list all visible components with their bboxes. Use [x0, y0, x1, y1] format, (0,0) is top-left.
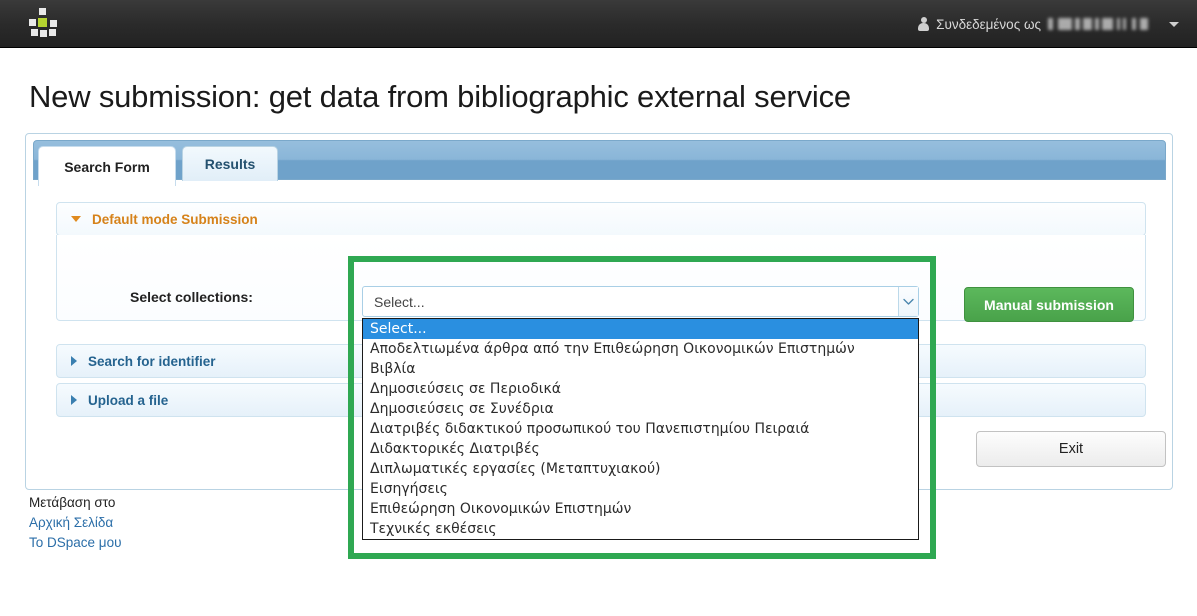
collections-select-value: Select... — [374, 293, 425, 310]
collections-dropdown[interactable]: Select... Select... Αποδελτιωμένα άρθρα α… — [362, 286, 919, 540]
logo-square-bottom-left — [31, 29, 38, 36]
logo-square-bottom — [40, 30, 47, 37]
triangle-right-icon — [71, 395, 77, 405]
dspace-logo-icon[interactable] — [27, 8, 59, 40]
dropdown-option[interactable]: Δημοσιεύσεις σε Συνέδρια — [363, 399, 918, 419]
dropdown-option[interactable]: Select... — [363, 319, 918, 339]
logged-in-label: Συνδεδεμένος ως — [936, 16, 1041, 32]
chevron-down-icon[interactable] — [898, 287, 918, 316]
triangle-down-icon — [71, 216, 81, 222]
user-menu[interactable]: Συνδεδεμένος ως — [918, 0, 1179, 48]
accordion-label-upload-a-file: Upload a file — [88, 392, 169, 408]
collections-select-box[interactable]: Select... — [362, 286, 919, 317]
page-title: New submission: get data from bibliograp… — [29, 79, 851, 114]
logo-square-left — [29, 19, 36, 26]
dropdown-option[interactable]: Επιθεώρηση Οικονομικών Επιστημών — [363, 499, 918, 519]
select-collections-label: Select collections: — [130, 289, 253, 305]
dropdown-option[interactable]: Τεχνικές εκθέσεις — [363, 519, 918, 539]
accordion-label-search-for-identifier: Search for identifier — [88, 353, 216, 369]
footer: Μετάβαση στο Αρχική Σελίδα Το DSpace μου — [29, 493, 121, 553]
dropdown-option[interactable]: Βιβλία — [363, 359, 918, 379]
tab-strip: Search Form Results — [33, 140, 1166, 186]
dropdown-option[interactable]: Διατριβές διδακτικού προσωπικού του Πανε… — [363, 419, 918, 439]
exit-button[interactable]: Exit — [976, 431, 1166, 467]
logo-square-right — [50, 20, 57, 27]
footer-link-my-dspace[interactable]: Το DSpace μου — [29, 533, 121, 553]
collections-dropdown-list[interactable]: Select... Αποδελτιωμένα άρθρα από την Επι… — [362, 318, 919, 540]
logo-square-center — [38, 18, 47, 27]
dropdown-option[interactable]: Διπλωματικές εργασίες (Μεταπτυχιακού) — [363, 459, 918, 479]
logo-square-top — [39, 8, 46, 15]
top-navbar: Συνδεδεμένος ως — [0, 0, 1197, 48]
logo-square-bottom-right — [49, 29, 56, 36]
dropdown-option[interactable]: Εισηγήσεις — [363, 479, 918, 499]
manual-submission-button[interactable]: Manual submission — [964, 287, 1134, 322]
dropdown-option[interactable]: Διδακτορικές Διατριβές — [363, 439, 918, 459]
accordion-header-default-mode-submission[interactable]: Default mode Submission — [56, 202, 1146, 236]
dropdown-option[interactable]: Αποδελτιωμένα άρθρα από την Επιθεώρηση Ο… — [363, 339, 918, 359]
triangle-right-icon — [71, 356, 77, 366]
person-icon — [918, 17, 930, 31]
footer-link-home[interactable]: Αρχική Σελίδα — [29, 513, 121, 533]
dropdown-option[interactable]: Δημοσιεύσεις σε Περιοδικά — [363, 379, 918, 399]
footer-heading: Μετάβαση στο — [29, 495, 116, 510]
username-redacted — [1048, 17, 1158, 31]
tab-search-form[interactable]: Search Form — [38, 146, 176, 186]
accordion-label-default-mode-submission: Default mode Submission — [92, 211, 258, 227]
caret-down-icon[interactable] — [1169, 21, 1179, 27]
tab-results[interactable]: Results — [182, 146, 278, 181]
